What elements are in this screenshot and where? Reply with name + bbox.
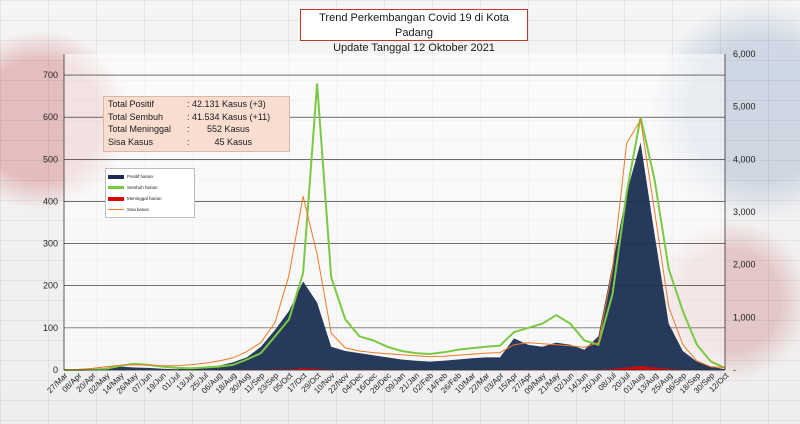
y-left-tick-label: 400 [43, 196, 58, 206]
summary-value: : 41.534 Kasus (+11) [187, 111, 271, 122]
right-y-axis: - 1,000 2,000 3,000 4,000 5,000 6,000 [724, 49, 756, 375]
legend-label: Sisa kasus [127, 207, 149, 212]
y-left-tick-label: 0 [53, 365, 58, 375]
summary-label: Total Positif [108, 99, 155, 109]
summary-row: Total Meninggal : 552 Kasus [108, 123, 289, 136]
legend-swatch [108, 186, 124, 189]
y-right-tick-label: 2,000 [733, 260, 756, 270]
y-right-tick-label: 3,000 [733, 207, 756, 217]
legend-swatch [108, 174, 124, 179]
summary-value: : 42.131 Kasus (+3) [187, 99, 266, 109]
legend-item: Sisa kasus [108, 204, 192, 215]
summary-value: : 552 Kasus [187, 124, 250, 134]
y-right-tick-label: 5,000 [733, 102, 756, 112]
legend-label: Positif harian [127, 174, 154, 179]
y-right-tick-label: 1,000 [733, 312, 756, 322]
summary-box: Total Positif : 42.131 Kasus (+3) Total … [103, 96, 290, 152]
legend-label: Sembuh harian [127, 185, 158, 190]
summary-label: Total Meninggal [108, 124, 172, 134]
chart-title-line1: Trend Perkembangan Covid 19 di Kota Pada… [319, 12, 509, 39]
legend-label: Meninggal harian [127, 196, 162, 201]
chart-title-line2: Update Tanggal 12 Oktober 2021 [333, 42, 495, 54]
summary-row: Total Sembuh : 41.534 Kasus (+11) [108, 111, 289, 124]
y-right-tick-label: 4,000 [733, 154, 756, 164]
y-right-tick-label: 6,000 [733, 49, 756, 59]
legend-item: Sembuh harian [108, 182, 192, 193]
left-y-axis: 0 100 200 300 400 500 600 700 [43, 54, 65, 375]
y-left-tick-label: 300 [43, 239, 58, 249]
chart-title: Trend Perkembangan Covid 19 di Kota Pada… [300, 9, 528, 54]
y-left-tick-label: 700 [43, 70, 58, 80]
y-left-tick-label: 200 [43, 281, 58, 291]
legend-item: Positif harian [108, 171, 192, 182]
legend-item: Meninggal harian [108, 193, 192, 204]
y-left-tick-label: 500 [43, 154, 58, 164]
summary-label: Sisa Kasus [108, 136, 154, 147]
legend-swatch [108, 196, 124, 201]
y-left-tick-label: 600 [43, 112, 58, 122]
x-axis: 27/Mar08/Apr20/Apr02/May14/May26/May07/J… [45, 369, 731, 396]
legend-swatch [108, 208, 124, 211]
summary-value: : 45 Kasus [187, 136, 253, 147]
legend: Positif harian Sembuh harian Meninggal h… [105, 168, 195, 218]
y-left-tick-label: 100 [43, 323, 58, 333]
summary-row: Total Positif : 42.131 Kasus (+3) [108, 98, 289, 111]
summary-row: Sisa Kasus : 45 Kasus [108, 136, 289, 149]
summary-label: Total Sembuh [108, 111, 164, 122]
y-right-tick-label: - [733, 365, 736, 375]
